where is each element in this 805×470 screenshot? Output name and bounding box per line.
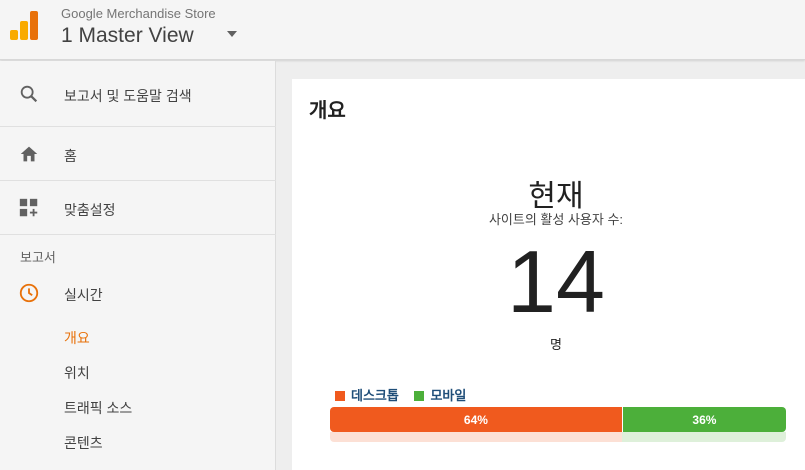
realtime-label: 실시간 [64,287,103,303]
unit-label: 명 [550,337,562,352]
desktop-segment[interactable]: 64% [330,407,622,432]
clock-icon [19,283,39,303]
sidebar-item-overview[interactable]: 개요 [64,328,90,348]
sidebar-item-home[interactable]: 홈 [0,143,276,167]
sidebar-item-traffic-sources[interactable]: 트래픽 소스 [64,398,132,418]
view-selector[interactable]: 1 Master View [61,24,194,48]
home-icon [20,146,38,162]
active-users-count: 14 [507,232,605,331]
analytics-logo[interactable] [10,11,40,41]
sidebar-item-content[interactable]: 콘텐츠 [64,433,103,453]
home-label: 홈 [64,148,77,164]
desktop-swatch [335,391,345,401]
search-icon [20,85,38,103]
sidebar-item-customization[interactable]: 맞춤설정 [0,197,276,221]
page-title: 개요 [309,100,346,122]
divider [0,234,276,235]
sidebar: 보고서 및 도움말 검색 홈 맞춤설정 보고서 실시간 개요 위치 트래픽 소스… [0,61,276,470]
header: Google Merchandise Store 1 Master View [0,0,805,60]
device-legend: 데스크톱 모바일 [335,385,478,404]
search-label: 보고서 및 도움말 검색 [64,88,192,104]
dashboard-add-icon [19,198,38,217]
desktop-reflection [330,432,622,442]
reports-section-label: 보고서 [20,250,56,265]
legend-mobile-label: 모바일 [430,388,467,403]
customization-label: 맞춤설정 [64,202,116,218]
divider [0,180,276,181]
legend-mobile: 모바일 [414,385,466,404]
legend-desktop: 데스크톱 [335,385,399,404]
search-row[interactable]: 보고서 및 도움말 검색 [0,83,276,107]
divider [0,126,276,127]
sidebar-item-realtime[interactable]: 실시간 [0,282,276,306]
active-users-label: 사이트의 활성 사용자 수: [488,212,624,227]
caret-down-icon[interactable] [227,31,237,37]
main-panel: 개요 현재 사이트의 활성 사용자 수: 14 명 데스크톱 모바일 64% 3… [292,79,805,470]
mobile-reflection [621,432,786,442]
bar-reflection [330,432,786,442]
account-name: Google Merchandise Store [61,6,216,21]
mobile-segment[interactable]: 36% [621,407,786,432]
device-split-bar: 64% 36% [330,407,786,432]
legend-desktop-label: 데스크톱 [351,388,399,403]
mobile-swatch [414,391,425,401]
sidebar-item-locations[interactable]: 위치 [64,363,90,383]
